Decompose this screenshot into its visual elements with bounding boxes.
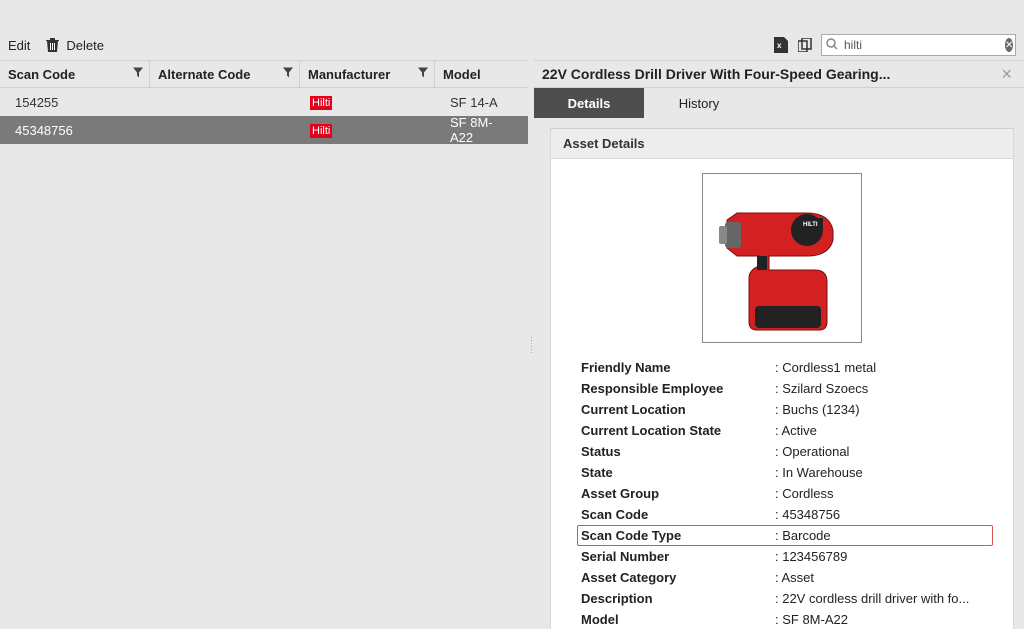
cell-manufacturer: Hilti [302, 122, 442, 138]
detail-label: Asset Group [581, 486, 775, 501]
detail-row: Status: Operational [581, 441, 989, 462]
toolbar: Edit Delete x ✕ [0, 30, 1024, 60]
detail-label: Status [581, 444, 775, 459]
search-box[interactable]: ✕ [821, 34, 1016, 56]
detail-value: : Cordless1 metal [775, 360, 989, 375]
detail-row: Responsible Employee: Szilard Szoecs [581, 378, 989, 399]
search-input[interactable] [844, 38, 999, 52]
svg-text:x: x [777, 41, 782, 50]
detail-row: Scan Code Type: Barcode [577, 525, 993, 546]
detail-row: Scan Code: 45348756 [581, 504, 989, 525]
cell-model: SF 8M-A22 [442, 115, 528, 145]
clear-search-icon[interactable]: ✕ [1005, 38, 1013, 52]
asset-image: HILTI [702, 173, 862, 343]
detail-label: State [581, 465, 775, 480]
tab-history[interactable]: History [644, 88, 754, 118]
cell-model: SF 14-A [442, 95, 528, 110]
svg-text:HILTI: HILTI [803, 222, 818, 228]
detail-label: Asset Category [581, 570, 775, 585]
detail-label: Friendly Name [581, 360, 775, 375]
hilti-badge: Hilti [310, 124, 332, 138]
tab-details[interactable]: Details [534, 88, 644, 118]
card-title: Asset Details [551, 129, 1013, 159]
delete-button[interactable]: Delete [66, 38, 104, 53]
copy-icon[interactable] [797, 37, 813, 53]
detail-label: Description [581, 591, 775, 606]
table-header: Scan Code Alternate Code Manufacturer Mo… [0, 60, 528, 88]
col-header-scan-code[interactable]: Scan Code [0, 61, 150, 87]
detail-value: : Operational [775, 444, 989, 459]
search-icon [826, 38, 838, 53]
detail-row: Current Location: Buchs (1234) [581, 399, 989, 420]
filter-icon[interactable] [133, 68, 143, 81]
detail-label: Scan Code [581, 507, 775, 522]
col-header-label: Model [443, 67, 481, 82]
detail-value: : In Warehouse [775, 465, 989, 480]
detail-label: Current Location State [581, 423, 775, 438]
col-header-label: Manufacturer [308, 67, 390, 82]
cell-scan-code: 45348756 [0, 123, 155, 138]
detail-label: Scan Code Type [581, 528, 775, 543]
detail-row: State: In Warehouse [581, 462, 989, 483]
detail-row: Description: 22V cordless drill driver w… [581, 588, 989, 609]
detail-panel: 22V Cordless Drill Driver With Four-Spee… [534, 60, 1024, 629]
detail-label: Current Location [581, 402, 775, 417]
col-header-label: Alternate Code [158, 67, 250, 82]
trash-icon [44, 37, 60, 53]
close-icon[interactable]: × [997, 64, 1016, 85]
detail-value: : SF 8M-A22 [775, 612, 989, 627]
col-header-model[interactable]: Model [435, 61, 528, 87]
filter-icon[interactable] [283, 68, 293, 81]
detail-label: Model [581, 612, 775, 627]
detail-value: : Asset [775, 570, 989, 585]
col-header-label: Scan Code [8, 67, 75, 82]
detail-row: Asset Category: Asset [581, 567, 989, 588]
detail-row: Current Location State: Active [581, 420, 989, 441]
detail-title: 22V Cordless Drill Driver With Four-Spee… [542, 66, 997, 82]
table-row[interactable]: 45348756 Hilti SF 8M-A22 [0, 116, 528, 144]
filter-icon[interactable] [418, 68, 428, 81]
export-xls-icon[interactable]: x [773, 37, 789, 53]
detail-row: Model: SF 8M-A22 [581, 609, 989, 629]
detail-value: : 22V cordless drill driver with fo... [775, 591, 989, 606]
table-row[interactable]: 154255 Hilti SF 14-A [0, 88, 528, 116]
col-header-alternate-code[interactable]: Alternate Code [150, 61, 300, 87]
col-header-manufacturer[interactable]: Manufacturer [300, 61, 435, 87]
detail-value: : Szilard Szoecs [775, 381, 989, 396]
edit-button[interactable]: Edit [8, 38, 30, 53]
detail-label: Serial Number [581, 549, 775, 564]
detail-value: : Buchs (1234) [775, 402, 989, 417]
detail-row: Serial Number: 123456789 [581, 546, 989, 567]
detail-value: : 45348756 [775, 507, 989, 522]
cell-scan-code: 154255 [0, 95, 155, 110]
detail-value: : Cordless [775, 486, 989, 501]
detail-value: : Barcode [775, 528, 989, 543]
detail-value: : Active [775, 423, 989, 438]
cell-manufacturer: Hilti [302, 94, 442, 110]
detail-row: Asset Group: Cordless [581, 483, 989, 504]
detail-value: : 123456789 [775, 549, 989, 564]
hilti-badge: Hilti [310, 96, 332, 110]
detail-row: Friendly Name: Cordless1 metal [581, 357, 989, 378]
asset-table: Scan Code Alternate Code Manufacturer Mo… [0, 60, 528, 629]
detail-label: Responsible Employee [581, 381, 775, 396]
